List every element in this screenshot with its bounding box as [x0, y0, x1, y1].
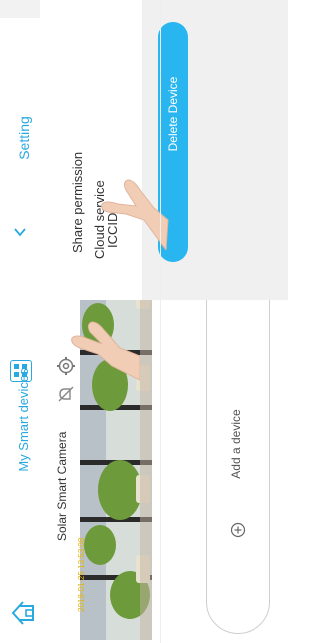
- status-strip: [0, 0, 40, 18]
- pointing-hand-icon: [40, 310, 141, 390]
- menu-item-share-permission[interactable]: Share permission: [69, 133, 87, 253]
- add-device-label: Add a device: [229, 409, 243, 479]
- settings-title: Setting: [16, 116, 32, 160]
- delete-device-label: Delete Device: [166, 76, 180, 152]
- plus-circle-icon: [230, 522, 246, 538]
- home-icon[interactable]: [6, 596, 40, 630]
- back-chevron-icon[interactable]: [12, 224, 28, 240]
- pointing-hand-icon: [96, 150, 176, 252]
- camera-name: Solar Smart Camera: [55, 431, 69, 541]
- camera-timestamp: 2019-01-25 13:53:08: [77, 537, 86, 612]
- grid-icon[interactable]: [10, 360, 32, 382]
- screen-divider: [160, 0, 161, 643]
